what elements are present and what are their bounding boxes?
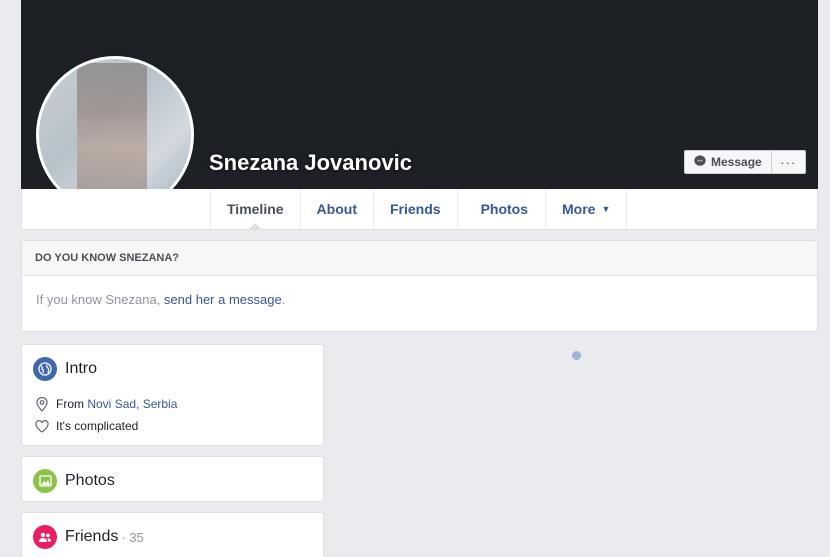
photos-title-label: Photos xyxy=(65,472,115,489)
tab-photos-label: Photos xyxy=(480,201,529,217)
tab-about-label: About xyxy=(316,201,357,217)
tab-photos[interactable]: Photos xyxy=(456,189,545,229)
friends-card: Friends · 35 xyxy=(21,512,324,557)
friends-title[interactable]: Friends · 35 xyxy=(22,513,323,549)
tab-friends-label: Friends xyxy=(389,201,441,217)
do-you-know-heading: DO YOU KNOW SNEZANA? xyxy=(22,241,817,276)
tab-more-label: More xyxy=(562,201,596,217)
intro-title: Intro xyxy=(22,345,323,381)
message-button[interactable]: Message xyxy=(685,151,772,173)
do-you-know-prefix: If you know Snezana, xyxy=(36,292,164,307)
globe-icon xyxy=(33,357,57,381)
heart-icon xyxy=(34,418,50,434)
loading-dot xyxy=(572,351,581,360)
tab-about[interactable]: About xyxy=(299,189,373,229)
profile-tab-bar: Timeline About Friends Photos More ▼ xyxy=(21,189,818,230)
photos-card: Photos xyxy=(21,456,324,502)
intro-title-label: Intro xyxy=(65,360,98,377)
location-pin-icon xyxy=(34,396,50,412)
photo-icon xyxy=(33,469,57,493)
caret-down-icon: ▼ xyxy=(601,204,611,214)
tab-timeline[interactable]: Timeline xyxy=(210,189,300,230)
intro-from-prefix: From xyxy=(56,397,88,411)
relationship-status: It's complicated xyxy=(56,419,139,433)
more-options-button[interactable]: ··· xyxy=(772,151,805,173)
message-button-label: Message xyxy=(711,155,762,169)
friends-count: · 35 xyxy=(121,529,144,545)
do-you-know-text: If you know Snezana, send her a message. xyxy=(22,276,817,307)
friends-icon xyxy=(33,525,57,549)
tab-friends[interactable]: Friends xyxy=(372,189,457,229)
send-message-link[interactable]: send her a message xyxy=(164,292,282,307)
intro-relationship-row: It's complicated xyxy=(22,415,323,437)
photos-title[interactable]: Photos xyxy=(22,457,323,493)
profile-name[interactable]: Snezana Jovanovic xyxy=(209,150,412,176)
tab-timeline-label: Timeline xyxy=(227,201,284,217)
tab-more[interactable]: More ▼ xyxy=(545,189,628,229)
friends-title-label: Friends xyxy=(65,528,119,545)
do-you-know-suffix: . xyxy=(281,292,286,307)
messenger-icon xyxy=(694,154,706,170)
hometown-link[interactable]: Novi Sad, Serbia xyxy=(87,397,177,411)
intro-card: Intro From Novi Sad, Serbia It's complic… xyxy=(21,344,324,446)
do-you-know-card: DO YOU KNOW SNEZANA? If you know Snezana… xyxy=(21,240,818,332)
profile-actions: Message ··· xyxy=(684,150,806,174)
intro-from-row: From Novi Sad, Serbia xyxy=(22,393,323,415)
